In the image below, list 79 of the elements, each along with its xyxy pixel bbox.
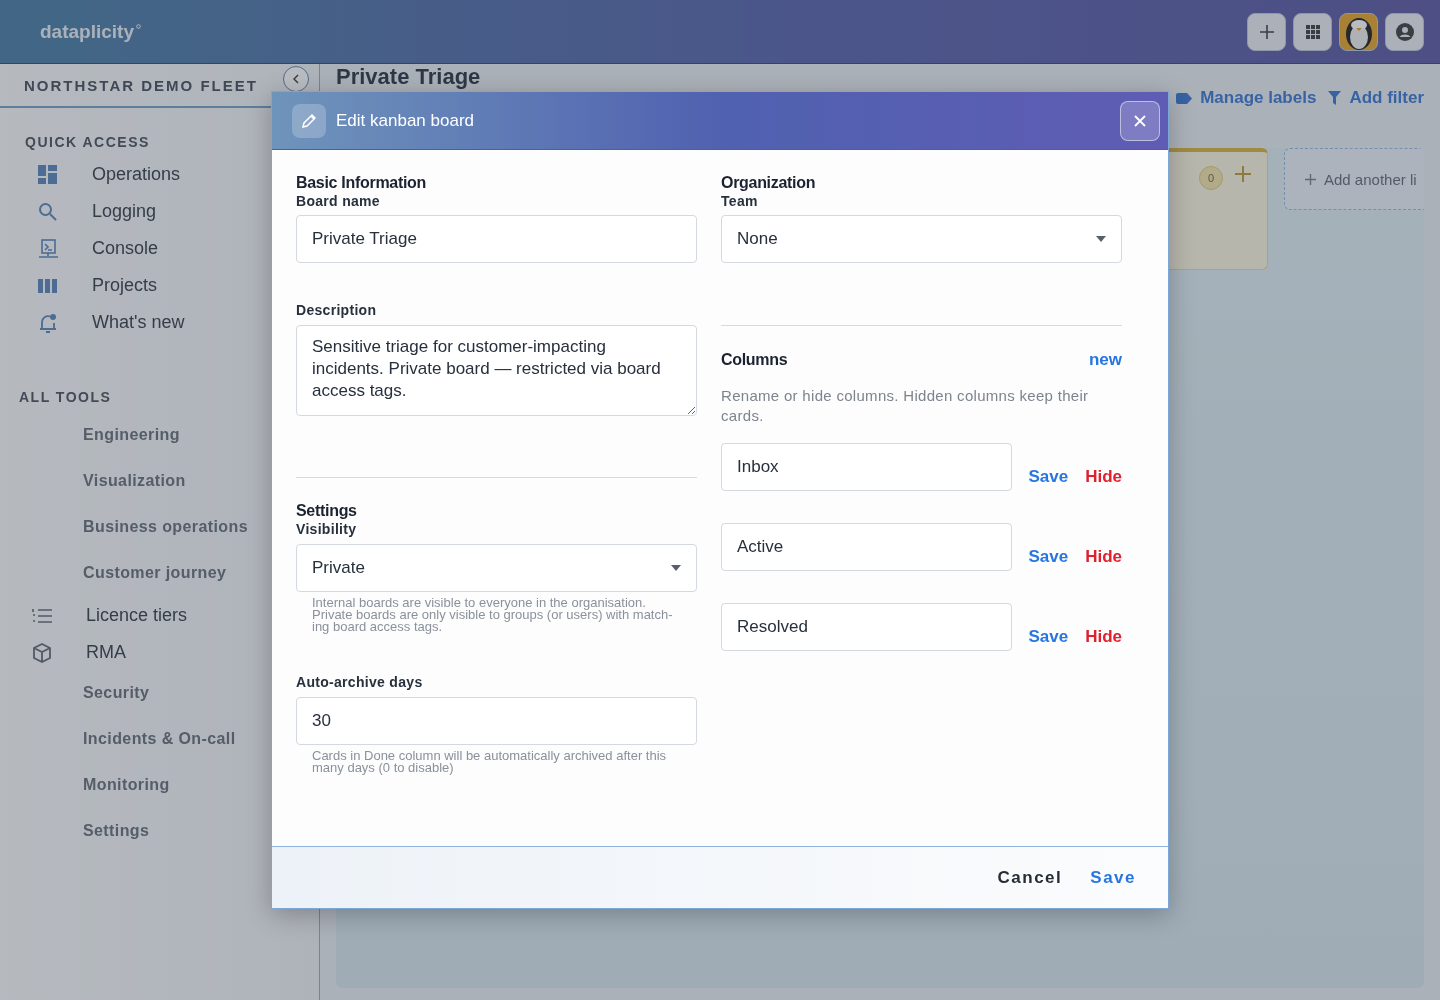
card-count: 0: [1199, 166, 1223, 190]
sidebar-group[interactable]: Business operations: [0, 505, 248, 551]
avatar-button[interactable]: [1339, 12, 1378, 51]
bell-icon: [38, 311, 58, 334]
sidebar-item[interactable]: Logging: [0, 193, 157, 230]
hide-link[interactable]: Hide: [1085, 547, 1122, 567]
caret-icon: [671, 565, 681, 571]
help-text: Rename or hide columns. Hidden columns keep their cards.: [721, 386, 1090, 426]
sidebar-group[interactable]: Incidents & On-call: [0, 717, 236, 763]
sidebar-group[interactable]: Security: [0, 671, 150, 717]
caret-icon: [1096, 236, 1106, 242]
plus-icon: [1259, 24, 1274, 39]
cancel-button[interactable]: Cancel: [997, 867, 1063, 888]
sidebar-item[interactable]: Licence tiers: [0, 597, 188, 634]
search-icon: [38, 202, 57, 221]
close-button[interactable]: [1120, 100, 1160, 141]
dialog-title: Edit kanban board: [336, 110, 474, 131]
filter-icon: [1328, 91, 1342, 105]
archive-days-field[interactable]: 30: [296, 697, 697, 745]
dashboard-icon: [38, 165, 57, 184]
column-name-field[interactable]: Resolved: [721, 603, 1013, 651]
sidebar-group[interactable]: Monitoring: [0, 763, 170, 809]
visibility-select[interactable]: Private: [296, 544, 697, 592]
label-icon: [1176, 92, 1193, 104]
team-select[interactable]: None: [721, 215, 1122, 263]
field-label: Description: [296, 301, 378, 319]
field-label: Board name: [296, 192, 381, 210]
sidebar-group[interactable]: Settings: [0, 809, 150, 855]
column-name-field[interactable]: Active: [721, 523, 1013, 571]
save-link[interactable]: Save: [1028, 547, 1069, 567]
sidebar-item[interactable]: Projects: [0, 267, 158, 304]
box-icon: [32, 642, 52, 663]
logo-mark-icon: [136, 24, 141, 29]
board-name-field[interactable]: Private Triage: [296, 215, 697, 263]
sidebar-group[interactable]: Visualization: [0, 459, 186, 505]
pencil-icon: [301, 112, 317, 129]
section-heading: Basic Information: [296, 174, 428, 192]
save-link[interactable]: Save: [1028, 467, 1069, 487]
close-icon: [1134, 114, 1146, 127]
add-button[interactable]: [1247, 12, 1286, 51]
plus-icon: [1305, 173, 1316, 185]
section-heading: Settings: [296, 502, 358, 520]
sidebar-group[interactable]: Engineering: [0, 413, 180, 459]
section-heading: Columns: [721, 351, 788, 369]
column-name-field[interactable]: Inbox: [721, 443, 1013, 491]
section-title: ALL TOOLS: [18, 388, 112, 407]
apps-button[interactable]: [1293, 12, 1332, 51]
page-title: Private Triage: [336, 65, 481, 89]
collapse-button[interactable]: [283, 66, 309, 92]
field-label: Visibility: [296, 520, 358, 538]
chevron-left-icon: [293, 74, 299, 84]
terminal-icon: [38, 238, 59, 259]
add-filter-link[interactable]: Add filter: [1328, 88, 1424, 108]
columns-icon: [38, 278, 57, 293]
sidebar-item[interactable]: Operations: [0, 156, 181, 193]
account-button[interactable]: [1385, 12, 1424, 51]
numbered-list-icon: [32, 607, 52, 624]
hide-link[interactable]: Hide: [1085, 627, 1122, 647]
save-button[interactable]: Save: [1090, 867, 1136, 888]
field-label: Auto-archive days: [296, 673, 424, 691]
help-text: Cards in Done column will be automatically archived after this many days (0 to disable): [311, 747, 668, 774]
section-title: QUICK ACCESS: [24, 133, 150, 152]
new-column-link[interactable]: new: [1088, 350, 1122, 370]
sidebar-group[interactable]: Customer journey: [0, 551, 227, 597]
section-heading: Organization: [721, 174, 817, 192]
user-icon: [1395, 22, 1414, 41]
grid-icon: [1305, 24, 1320, 39]
logo[interactable]: dataplicity: [40, 20, 134, 43]
field-label: Team: [721, 192, 759, 210]
help-text: Internal boards are visible to everyone in the organisation. Private boards are only visible to groups (or users) with match-ing board access tags.: [311, 594, 674, 633]
fleet-name: NORTHSTAR DEMO FLEET: [24, 76, 258, 94]
sidebar-item[interactable]: Console: [0, 230, 159, 267]
description-field[interactable]: Sensitive triage for customer-impacting incidents. Private board — restricted via board access tags.: [296, 325, 697, 416]
add-list-button[interactable]: Add another li: [1284, 148, 1424, 210]
hide-link[interactable]: Hide: [1085, 467, 1122, 487]
save-link[interactable]: Save: [1028, 627, 1069, 647]
manage-labels-link[interactable]: Manage labels: [1176, 88, 1317, 108]
sidebar-item[interactable]: What's new: [0, 304, 185, 341]
sidebar-item[interactable]: RMA: [0, 634, 126, 671]
